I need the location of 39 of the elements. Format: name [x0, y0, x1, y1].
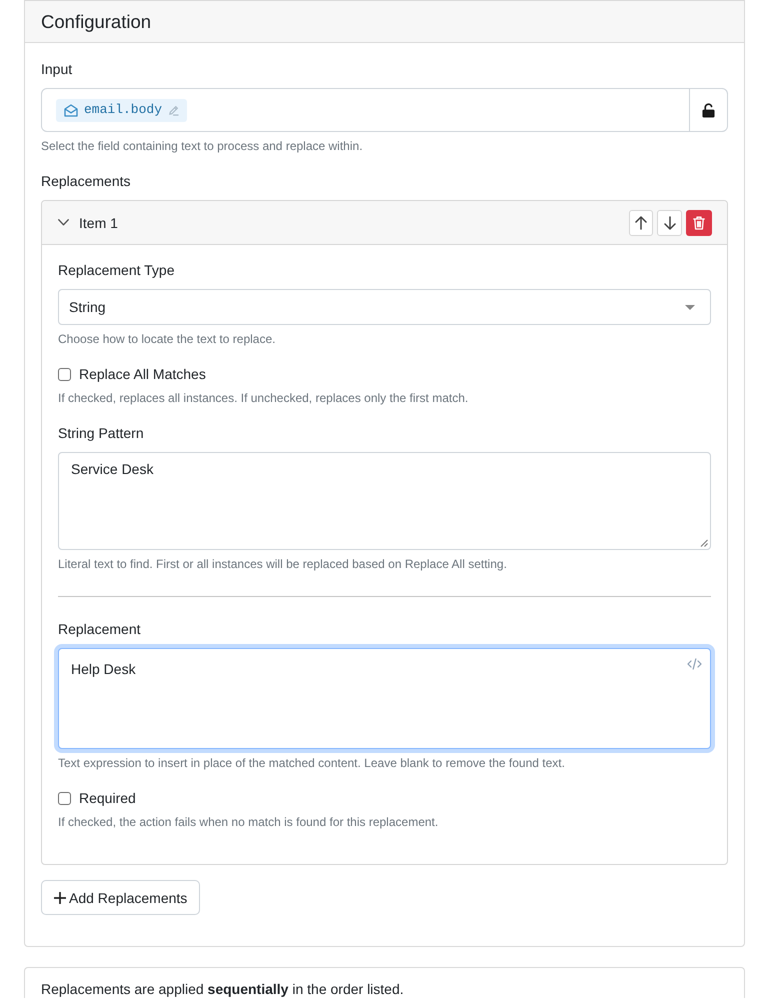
help-text: Text expression to insert in place of the matched content. Leave blank to remove the found text. — [58, 755, 566, 771]
arrow-down-icon — [664, 216, 676, 230]
plus-icon — [54, 892, 66, 904]
help-text: If checked, replaces all instances. If unchecked, replaces only the first match. — [58, 390, 470, 406]
note-text: Replacements are applied sequentially in the order listed. — [41, 980, 405, 998]
help-text: Select the field containing text to process and replace within. — [41, 138, 364, 154]
checkbox-label[interactable]: Replace All Matches — [79, 364, 206, 384]
select-field[interactable]: String — [58, 289, 711, 325]
trash-icon — [693, 216, 705, 230]
field-label: String Pattern — [58, 424, 145, 443]
variable-chip[interactable]: email.body — [56, 98, 188, 122]
add-replacements-button[interactable]: Add Replacements — [41, 880, 200, 915]
field-label: Replacement Type — [58, 261, 176, 280]
text-area[interactable]: Help Desk — [58, 648, 711, 749]
open-padlock-icon — [702, 102, 715, 118]
code-icon[interactable] — [687, 658, 702, 670]
field-label: Replacement — [58, 620, 142, 639]
checkbox[interactable] — [58, 792, 71, 804]
move-up-button[interactable] — [629, 210, 653, 236]
panel-title: Configuration — [41, 10, 152, 34]
text-area[interactable]: Service Desk — [58, 452, 711, 550]
caret-down-icon — [685, 304, 695, 310]
chevron-down-icon[interactable] — [58, 219, 69, 226]
resize-handle-icon[interactable] — [700, 539, 708, 547]
item-title: Item 1 — [79, 214, 118, 232]
delete-button[interactable] — [686, 210, 712, 236]
input-field[interactable]: email.body — [41, 88, 690, 132]
checkbox[interactable] — [58, 368, 71, 380]
arrow-up-icon — [635, 216, 647, 230]
move-down-button[interactable] — [657, 210, 682, 236]
help-text: Choose how to locate the text to replace. — [58, 331, 276, 347]
field-label: Input — [41, 60, 74, 79]
item-header[interactable]: Item 1 — [42, 201, 727, 245]
envelope-icon — [64, 104, 78, 116]
help-text: Literal text to find. First or all instances will be replaced based on Replace All setting. — [58, 556, 508, 572]
field-label: Replacements — [41, 172, 132, 191]
help-text: If checked, the action fails when no match is found for this replacement. — [58, 814, 440, 830]
checkbox-label[interactable]: Required — [79, 788, 136, 808]
lock-button[interactable] — [690, 88, 728, 132]
